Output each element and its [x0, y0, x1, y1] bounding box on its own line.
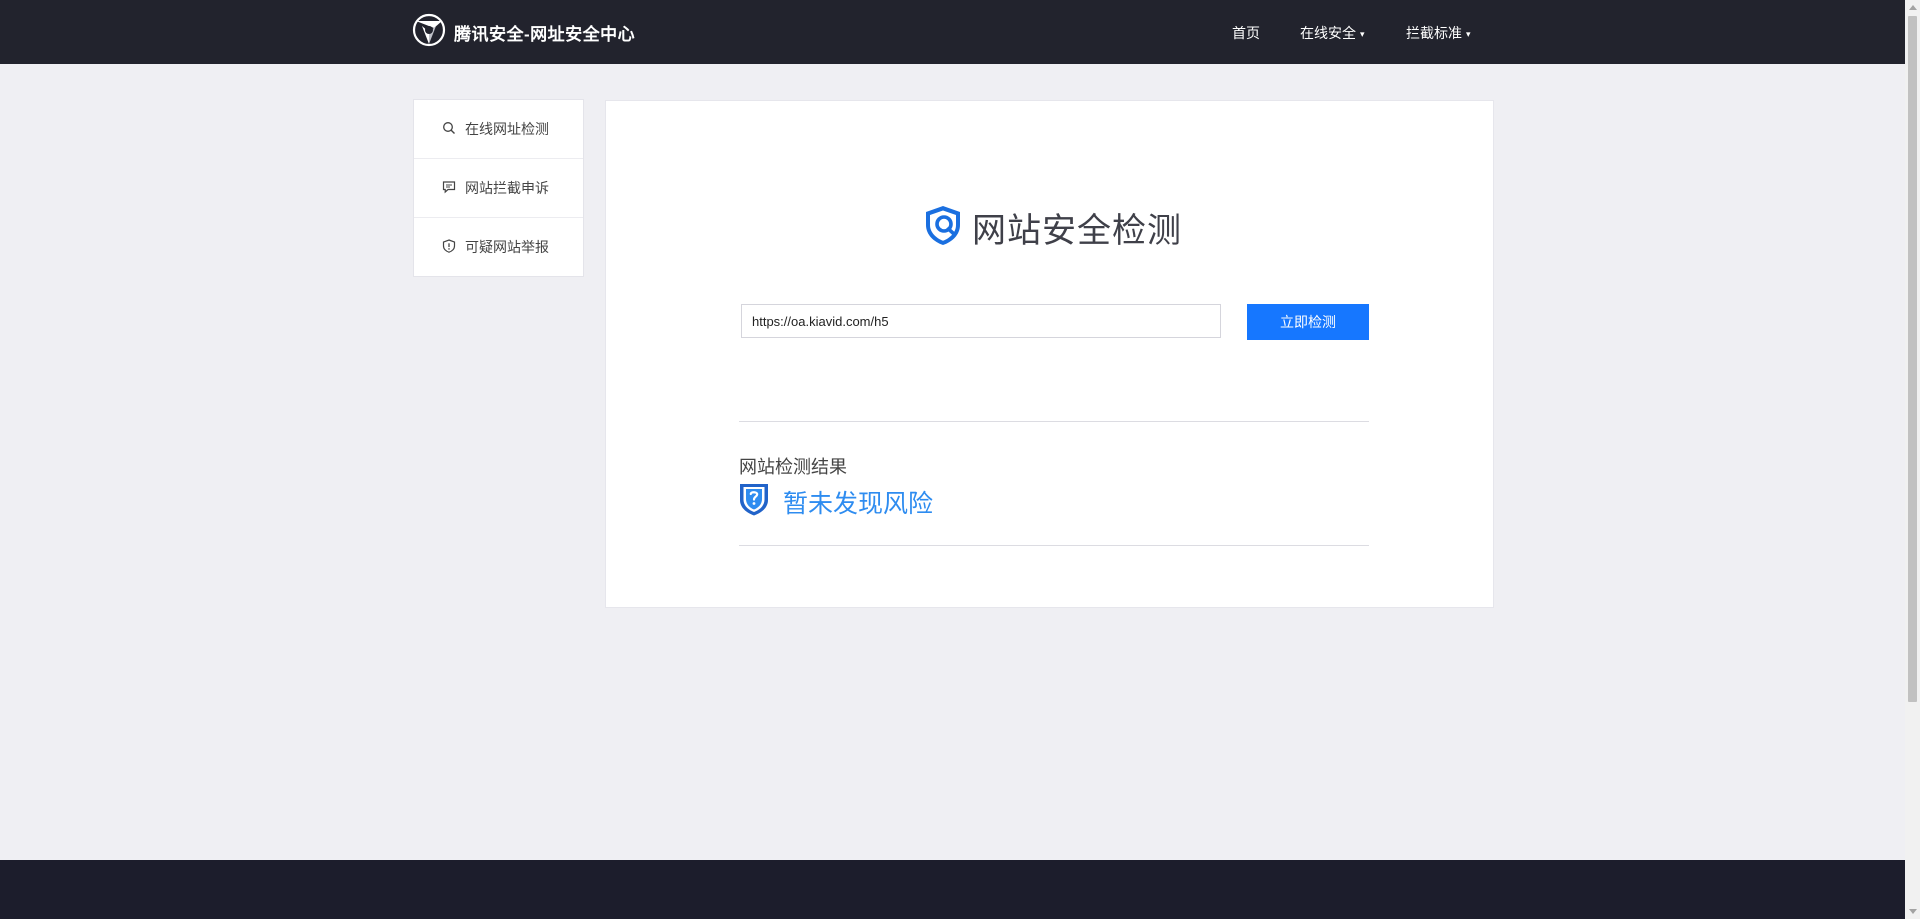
main-panel: 网站安全检测 立即检测 网站检测结果 暂未发现风险: [605, 100, 1494, 608]
sidebar-item-report[interactable]: 可疑网站举报: [414, 218, 583, 276]
page-title: 网站安全检测: [972, 212, 1182, 250]
search-icon: [442, 121, 465, 138]
sidebar-item-label: 在线网址检测: [465, 121, 549, 137]
nav-online-security[interactable]: 在线安全 ▾: [1300, 23, 1365, 43]
sidebar-item-label: 可疑网站举报: [465, 239, 549, 255]
shield-search-icon: [921, 203, 965, 252]
footer: [0, 860, 1905, 919]
page-scrollbar[interactable]: [1905, 0, 1920, 919]
shield-question-icon: [739, 482, 769, 521]
scroll-down-arrow-icon[interactable]: [1909, 909, 1917, 914]
divider: [739, 545, 1369, 546]
check-now-button[interactable]: 立即检测: [1247, 304, 1369, 340]
nav-block-standard[interactable]: 拦截标准 ▾: [1406, 23, 1471, 43]
chevron-down-icon: ▾: [1466, 29, 1471, 39]
nav-home[interactable]: 首页: [1232, 23, 1260, 43]
result-status-text: 暂未发现风险: [783, 489, 934, 518]
nav-online-security-label: 在线安全: [1300, 25, 1356, 41]
brand-title: 腾讯安全-网址安全中心: [454, 24, 636, 44]
divider: [739, 421, 1369, 422]
sidebar: 在线网址检测 网站拦截申诉 可疑网站举报: [413, 99, 584, 277]
top-navbar: 腾讯安全-网址安全中心 首页 在线安全 ▾ 拦截标准 ▾: [0, 0, 1905, 64]
sidebar-item-url-check[interactable]: 在线网址检测: [414, 100, 583, 159]
result-status: 暂未发现风险: [739, 482, 933, 521]
tencent-security-logo-icon: [412, 13, 446, 52]
page-heading: 网站安全检测: [921, 203, 1182, 252]
sidebar-item-appeal[interactable]: 网站拦截申诉: [414, 159, 583, 218]
result-title: 网站检测结果: [739, 457, 847, 477]
nav-block-standard-label: 拦截标准: [1406, 25, 1462, 41]
chevron-down-icon: ▾: [1360, 29, 1365, 39]
scrollbar-thumb[interactable]: [1908, 16, 1917, 702]
sidebar-item-label: 网站拦截申诉: [465, 180, 549, 196]
url-input[interactable]: [741, 304, 1221, 338]
shield-alert-icon: [442, 238, 465, 256]
brand[interactable]: 腾讯安全-网址安全中心: [412, 13, 636, 52]
message-icon: [442, 180, 465, 197]
scroll-up-arrow-icon[interactable]: [1909, 5, 1917, 10]
